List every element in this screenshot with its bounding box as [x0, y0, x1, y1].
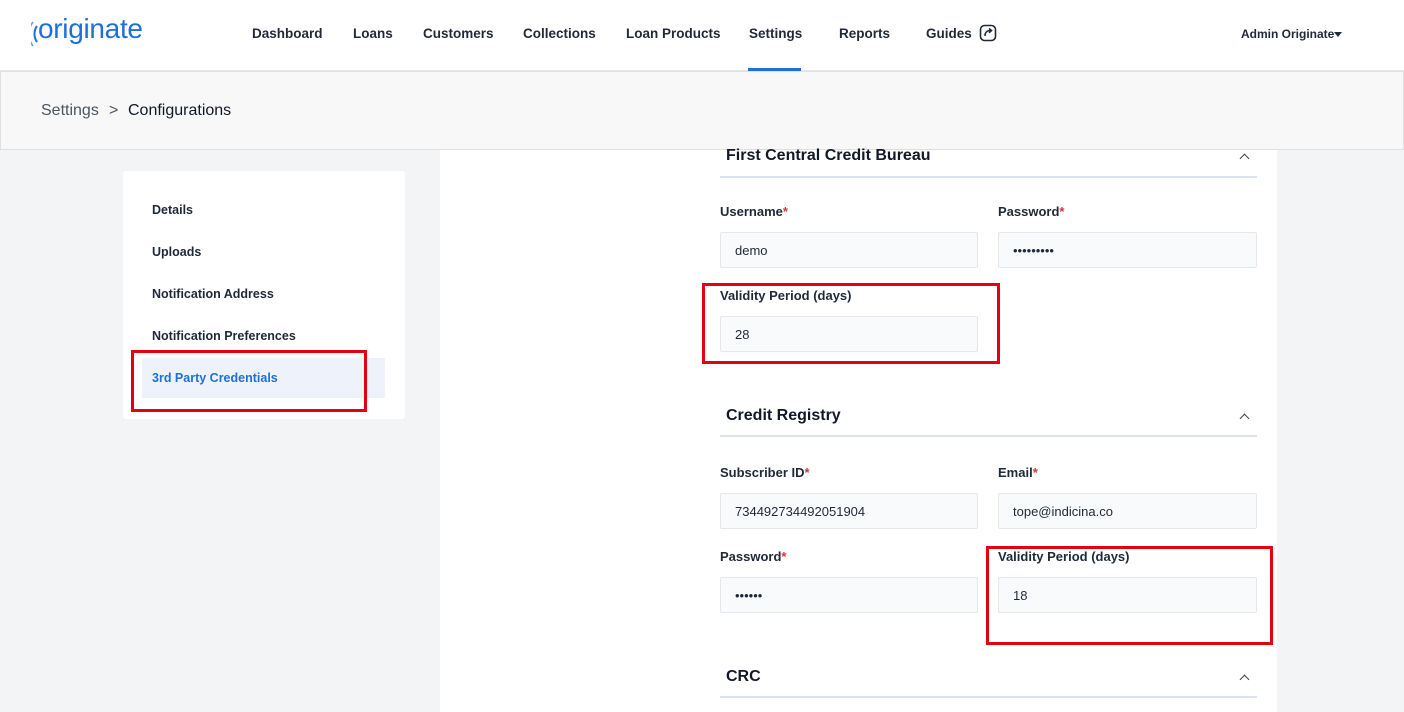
nav-customers[interactable]: Customers	[423, 26, 494, 41]
external-link-icon[interactable]	[979, 24, 997, 42]
menu-item-notification-address[interactable]: Notification Address	[152, 287, 274, 301]
email-label: Email*	[998, 465, 1038, 480]
menu-item-3rd-party-credentials[interactable]: 3rd Party Credentials	[152, 371, 278, 385]
section-divider	[720, 176, 1257, 178]
credit-registry-password-input[interactable]	[720, 577, 978, 613]
section-divider	[720, 435, 1257, 437]
breadcrumb: Settings > Configurations	[0, 71, 1404, 150]
nav-guides[interactable]: Guides	[926, 26, 972, 41]
nav-collections[interactable]: Collections	[523, 26, 596, 41]
top-navigation-bar: originate Dashboard Loans Customers Coll…	[0, 0, 1404, 71]
validity-period-label: Validity Period (days)	[998, 549, 1130, 564]
nav-loan-products[interactable]: Loan Products	[626, 26, 721, 41]
password-label: Password*	[720, 549, 787, 564]
section-divider	[720, 696, 1257, 698]
validity-period-label: Validity Period (days)	[720, 288, 852, 303]
breadcrumb-separator: >	[109, 102, 119, 119]
section-title-credit-registry: Credit Registry	[726, 407, 841, 424]
nav-dashboard[interactable]: Dashboard	[252, 26, 323, 41]
menu-item-details[interactable]: Details	[152, 203, 193, 217]
first-central-password-input[interactable]	[998, 232, 1257, 268]
menu-item-uploads[interactable]: Uploads	[152, 245, 201, 259]
first-central-username-input[interactable]	[720, 232, 978, 268]
breadcrumb-settings[interactable]: Settings	[41, 102, 99, 120]
user-menu[interactable]: Admin Originate	[1241, 27, 1334, 41]
credit-registry-validity-input[interactable]	[998, 577, 1257, 613]
logo-text: originate	[38, 13, 143, 44]
menu-item-notification-preferences[interactable]: Notification Preferences	[152, 329, 296, 343]
section-title-first-central: First Central Credit Bureau	[726, 147, 931, 164]
section-title-crc: CRC	[726, 668, 761, 685]
username-label: Username*	[720, 204, 788, 219]
nav-settings[interactable]: Settings	[749, 26, 802, 41]
breadcrumb-configurations: Configurations	[128, 102, 232, 119]
subscriber-id-label: Subscriber ID*	[720, 465, 810, 480]
credit-registry-email-input[interactable]	[998, 493, 1257, 529]
nav-loans[interactable]: Loans	[353, 26, 393, 41]
nav-reports[interactable]: Reports	[839, 26, 890, 41]
credit-registry-subscriber-id-input[interactable]	[720, 493, 978, 529]
settings-side-menu: Details Uploads Notification Address Not…	[123, 171, 405, 419]
first-central-validity-input[interactable]	[720, 316, 978, 352]
caret-down-icon[interactable]	[1334, 32, 1342, 37]
password-label: Password*	[998, 204, 1065, 219]
